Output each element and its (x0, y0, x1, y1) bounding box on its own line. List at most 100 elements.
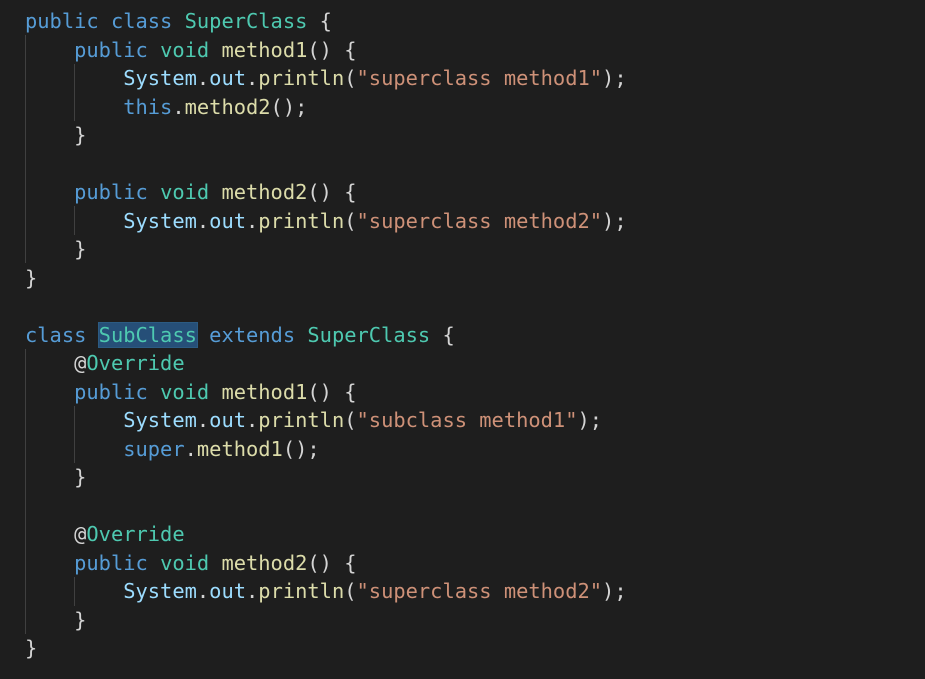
keyword-class: class (110, 9, 173, 33)
dot: . (172, 94, 185, 119)
code-line-blank[interactable] (25, 292, 925, 321)
code-line-super-method2-decl[interactable]: public void method2() { (25, 178, 925, 207)
paren-open: ( (344, 579, 357, 603)
code-line-subclass-close[interactable]: } (25, 634, 925, 663)
code-lines: public class SuperClass { public void me… (25, 7, 925, 663)
brace-open: { (344, 550, 357, 575)
paren-open: ( (344, 408, 357, 432)
keyword-public: public (74, 37, 148, 62)
println-call: println (258, 579, 345, 603)
code-editor[interactable]: public class SuperClass { public void me… (0, 0, 925, 679)
brace-open: { (344, 180, 357, 204)
dot: . (196, 579, 210, 603)
brace-close: } (74, 237, 87, 261)
brace-open: { (319, 9, 332, 33)
string-literal: "superclass method1" (356, 66, 603, 90)
brace-open: { (344, 37, 357, 62)
class-name-superclass: SuperClass (307, 322, 431, 347)
code-line-super-method1-close[interactable]: } (25, 121, 925, 150)
dot: . (246, 66, 259, 90)
dot: . (184, 436, 197, 461)
code-line-super-method1-print[interactable]: System.out.println("superclass method1")… (25, 64, 925, 93)
keyword-void: void (160, 180, 210, 204)
dot: . (246, 579, 259, 603)
code-line-sub-method1-call[interactable]: super.method1(); (25, 435, 925, 464)
method-name: method1 (221, 379, 308, 404)
brace-close: } (25, 636, 38, 660)
println-call: println (258, 208, 345, 233)
call-close: (); (270, 94, 308, 119)
system-ref: System (123, 208, 197, 233)
system-ref: System (123, 408, 197, 432)
parens: () (307, 180, 332, 204)
keyword-void: void (160, 550, 210, 575)
keyword-super: super (123, 436, 185, 461)
println-call: println (258, 408, 345, 432)
code-line-superclass-decl[interactable]: public class SuperClass { (25, 7, 925, 36)
parens: () (307, 37, 332, 62)
code-line-super-method1-decl[interactable]: public void method1() { (25, 36, 925, 65)
dot: . (196, 66, 210, 90)
code-line-sub-method1-annotation[interactable]: @Override (25, 349, 925, 378)
code-line-blank[interactable] (25, 492, 925, 521)
code-line-super-method2-close[interactable]: } (25, 235, 925, 264)
code-line-sub-method2-close[interactable]: } (25, 606, 925, 635)
keyword-class: class (25, 322, 87, 347)
brace-open: { (344, 379, 357, 404)
code-line-sub-method2-annotation[interactable]: @Override (25, 520, 925, 549)
annotation-override: Override (86, 522, 185, 546)
method-name: method2 (221, 180, 308, 204)
code-line-subclass-decl[interactable]: class SubClass extends SuperClass { (25, 321, 925, 350)
out-ref: out (209, 579, 247, 603)
keyword-void: void (160, 379, 210, 404)
method-name: method1 (221, 37, 308, 62)
paren-open: ( (344, 208, 357, 233)
code-line-blank[interactable] (25, 150, 925, 179)
keyword-void: void (160, 37, 210, 62)
code-line-super-method1-call[interactable]: this.method2(); (25, 93, 925, 122)
code-line-super-method2-print[interactable]: System.out.println("superclass method2")… (25, 207, 925, 236)
keyword-public: public (25, 9, 99, 33)
keyword-public: public (74, 180, 148, 204)
code-line-superclass-close[interactable]: } (25, 264, 925, 293)
annotation-override: Override (86, 351, 185, 375)
dot: . (196, 408, 210, 432)
paren-close-semicolon: ); (602, 66, 627, 90)
parens: () (307, 550, 332, 575)
class-name-superclass: SuperClass (184, 9, 308, 33)
brace-open: { (442, 322, 455, 347)
code-line-sub-method1-decl[interactable]: public void method1() { (25, 378, 925, 407)
string-literal: "superclass method2" (356, 208, 603, 233)
method-name: method2 (221, 550, 308, 575)
string-literal: "subclass method1" (356, 408, 578, 432)
brace-close: } (25, 265, 38, 290)
class-name-subclass-highlighted: SubClass (97, 321, 198, 348)
string-literal: "superclass method2" (356, 579, 603, 603)
method-call: method1 (196, 436, 283, 461)
paren-close-semicolon: ); (577, 408, 603, 432)
parens: () (307, 379, 332, 404)
dot: . (196, 208, 210, 233)
system-ref: System (123, 66, 197, 90)
code-line-sub-method2-print[interactable]: System.out.println("superclass method2")… (25, 577, 925, 606)
dot: . (246, 208, 259, 233)
paren-close-semicolon: ); (602, 579, 627, 603)
system-ref: System (123, 579, 197, 603)
code-line-sub-method1-print[interactable]: System.out.println("subclass method1"); (25, 406, 925, 435)
code-line-sub-method1-close[interactable]: } (25, 463, 925, 492)
code-line-sub-method2-decl[interactable]: public void method2() { (25, 549, 925, 578)
paren-open: ( (344, 66, 357, 90)
